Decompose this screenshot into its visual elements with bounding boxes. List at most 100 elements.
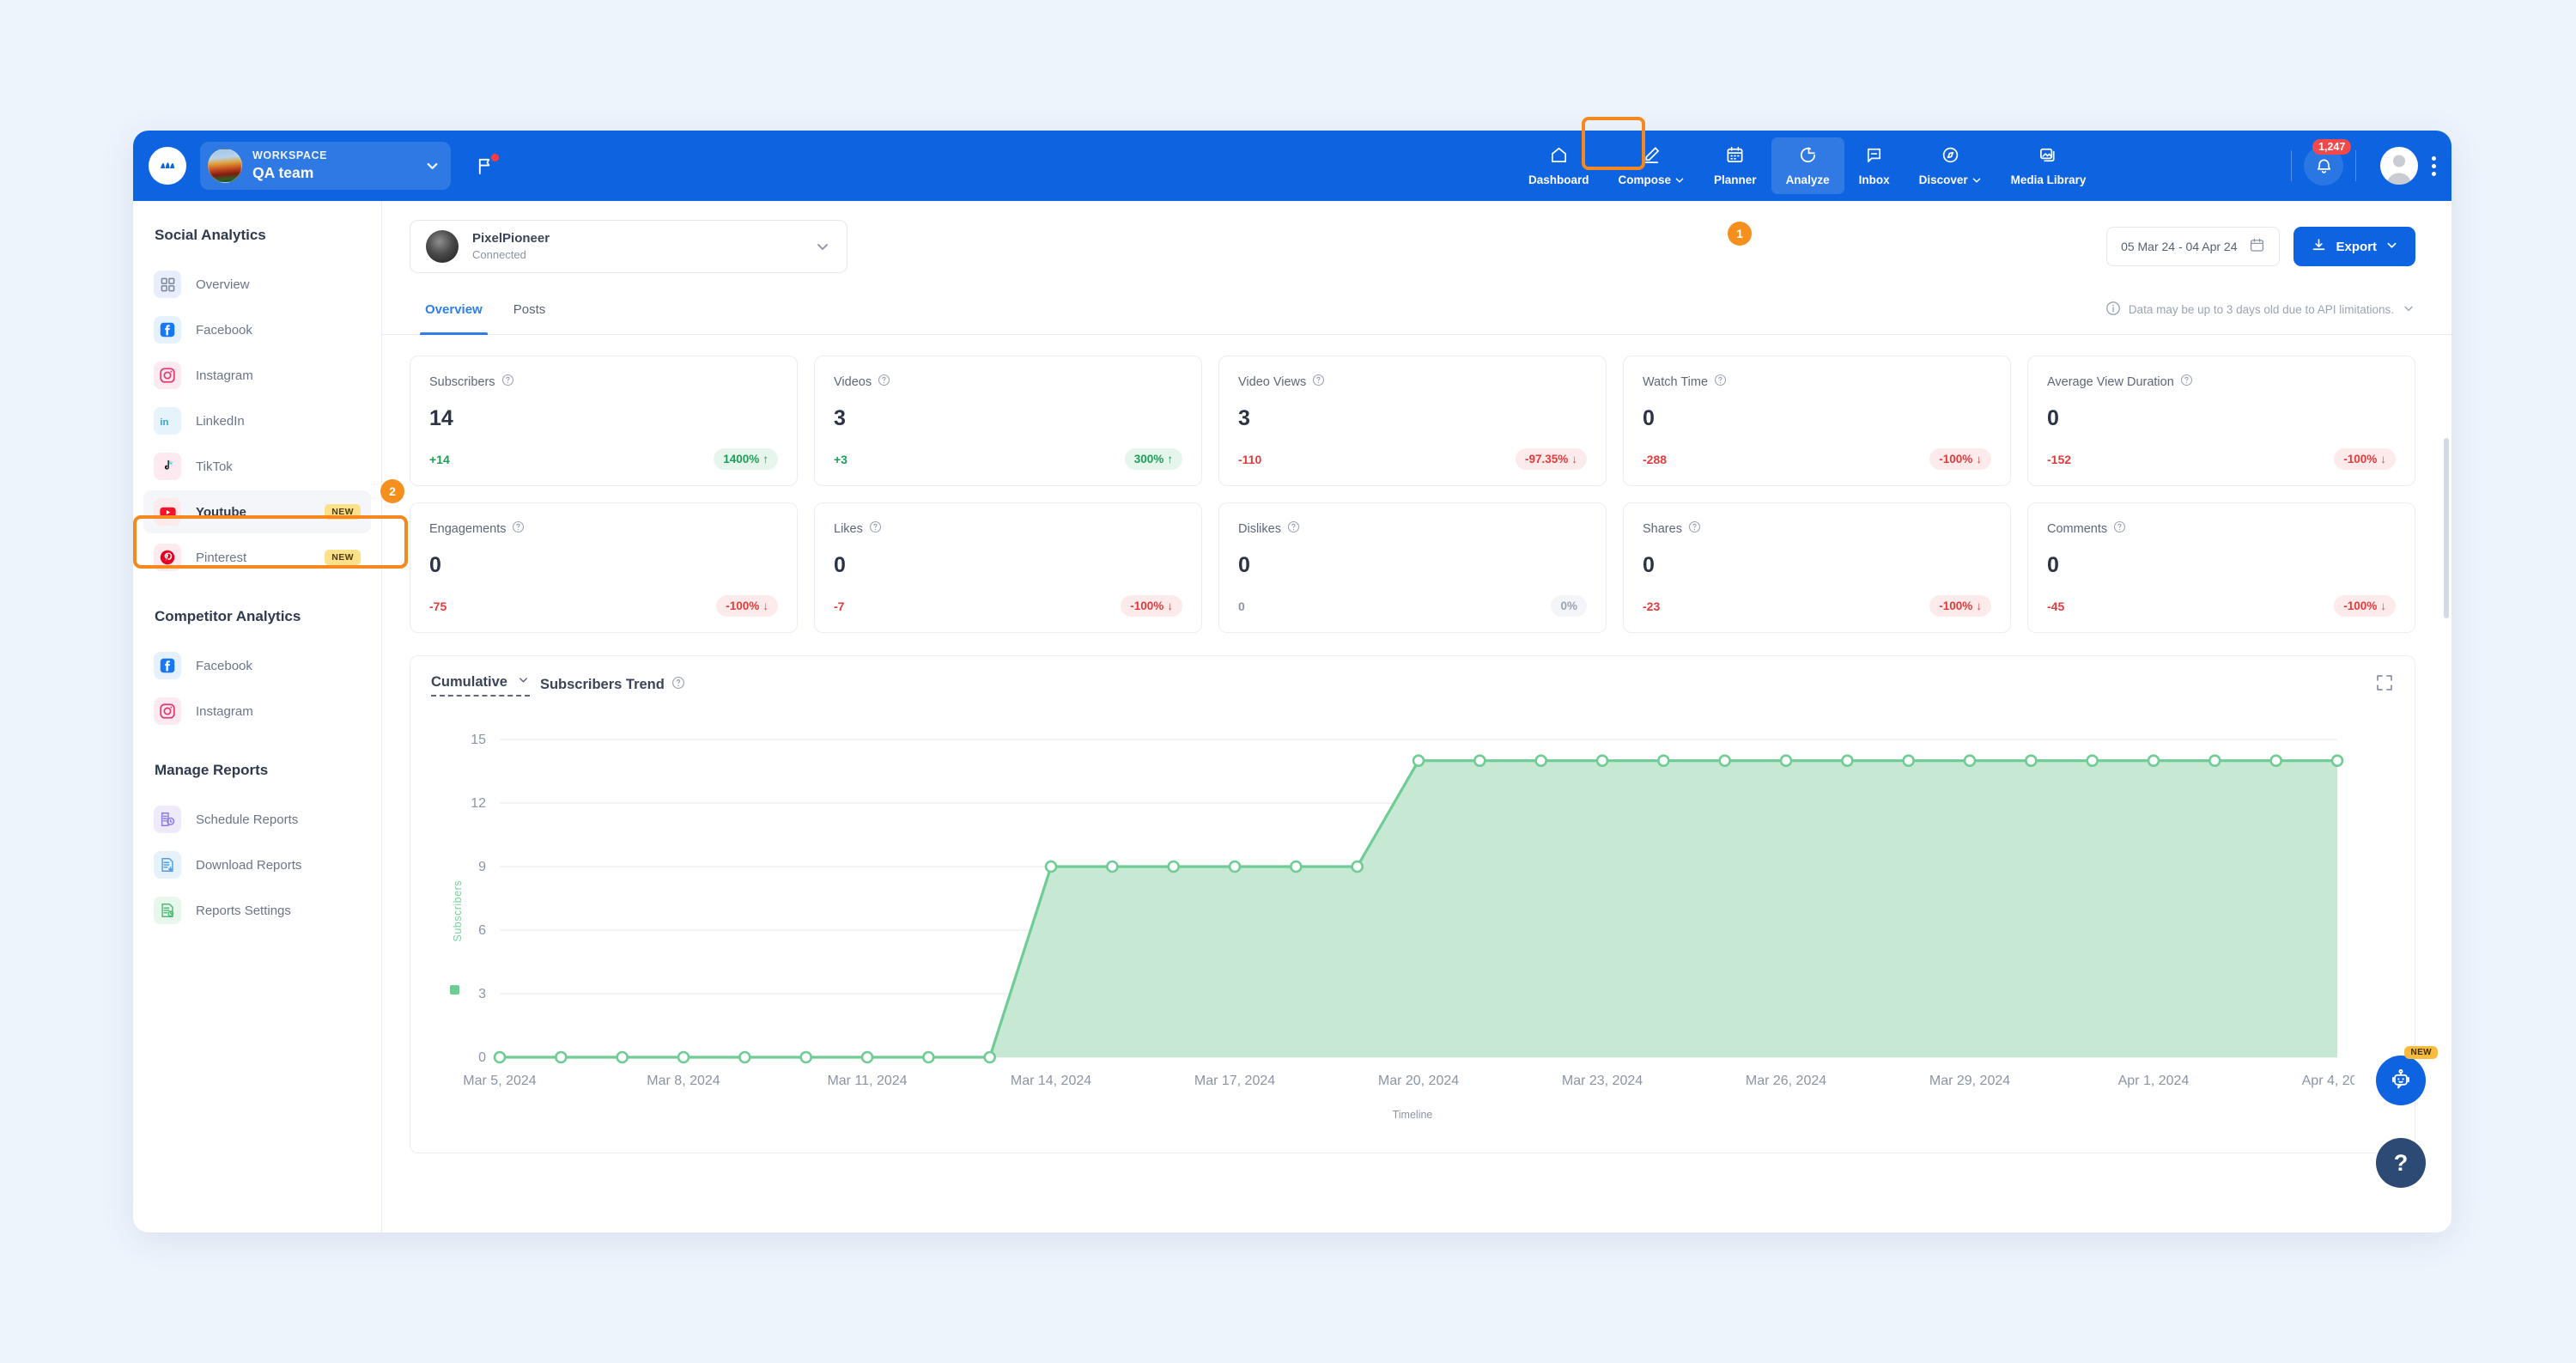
sidebar-item-competitor-instagram[interactable]: Instagram	[143, 690, 371, 733]
help-icon[interactable]	[1287, 520, 1300, 537]
metric-value: 3	[1238, 406, 1250, 430]
nav-item-analyze[interactable]: Analyze	[1771, 137, 1844, 194]
date-range-label: 05 Mar 24 - 04 Apr 24	[2121, 240, 2238, 253]
fullscreen-icon[interactable]	[2375, 673, 2394, 697]
help-icon[interactable]	[878, 374, 890, 390]
sidebar-item-overview[interactable]: Overview	[143, 263, 371, 306]
help-button[interactable]: ?	[2376, 1138, 2426, 1188]
analytics-scroll-area: Subscribers 14 +14 1400% ↑ Videos 3 +3 3…	[382, 335, 2451, 1232]
sidebar-item-label: TikTok	[196, 459, 233, 474]
svg-text:3: 3	[478, 987, 486, 1001]
account-avatar	[426, 230, 459, 263]
sidebar-item-youtube[interactable]: Youtube NEW	[143, 490, 371, 533]
flag-button[interactable]	[470, 150, 501, 181]
sidebar-item-download-reports[interactable]: Download Reports	[143, 843, 371, 886]
chevron-down-icon	[2385, 239, 2398, 255]
chevron-down-icon	[1675, 177, 1684, 183]
chatbot-button[interactable]: NEW	[2376, 1046, 2438, 1105]
metric-card-videos: Videos 3 +3 300% ↑	[814, 356, 1202, 486]
metric-title: Watch Time	[1643, 374, 1709, 389]
help-icon[interactable]	[1312, 374, 1325, 390]
metric-title-row: Videos	[834, 374, 1182, 390]
nav-item-compose[interactable]: Compose	[1604, 137, 1700, 194]
help-icon[interactable]	[512, 520, 525, 537]
help-icon[interactable]	[671, 676, 685, 694]
sidebar-item-label: Instagram	[196, 703, 253, 719]
nav-item-dashboard[interactable]: Dashboard	[1514, 137, 1604, 194]
info-icon	[2105, 301, 2121, 319]
account-selector[interactable]: PixelPioneer Connected	[410, 220, 848, 273]
metric-delta: +3	[834, 452, 848, 466]
metric-delta: -75	[429, 599, 447, 613]
sidebar-item-label: Facebook	[196, 658, 252, 673]
chevron-down-icon	[814, 238, 831, 255]
sidebar-item-reports-settings[interactable]: Reports Settings	[143, 889, 371, 932]
metric-title: Comments	[2047, 521, 2108, 536]
tab-overview[interactable]: Overview	[410, 285, 498, 335]
help-icon[interactable]	[1714, 374, 1727, 390]
metric-title-row: Subscribers	[429, 374, 778, 390]
avatar[interactable]	[2380, 147, 2418, 185]
api-limitations-note[interactable]: Data may be up to 3 days old due to API …	[2105, 301, 2415, 319]
calendar-icon	[2249, 237, 2265, 256]
sidebar-item-tiktok[interactable]: TikTok	[143, 445, 371, 488]
divider	[2291, 150, 2292, 181]
sidebar-heading-manage-reports: Manage Reports	[155, 762, 269, 778]
tabs-bar: Overview Posts Data may be up to 3 days …	[382, 285, 2451, 335]
nav-item-discover[interactable]: Discover	[1905, 137, 1996, 194]
sidebar-item-competitor-facebook[interactable]: Facebook	[143, 644, 371, 687]
nav-item-inbox[interactable]: Inbox	[1844, 137, 1905, 194]
svg-text:15: 15	[471, 733, 486, 747]
chart-mode-select[interactable]: Cumulative	[431, 673, 530, 697]
account-status: Connected	[472, 248, 526, 262]
sidebar-item-label: Youtube	[196, 504, 246, 520]
metric-delta: -152	[2047, 452, 2072, 466]
pencil-icon	[1642, 145, 1662, 169]
sidebar-item-linkedin[interactable]: in LinkedIn	[143, 399, 371, 442]
workspace-selector[interactable]: WORKSPACE QA team	[200, 142, 451, 190]
app-logo-icon[interactable]	[149, 147, 186, 185]
nav-label: Inbox	[1858, 173, 1890, 186]
metric-card-likes: Likes 0 -7 -100% ↓	[814, 502, 1202, 633]
help-icon[interactable]	[1688, 520, 1701, 537]
metric-title: Subscribers	[429, 374, 495, 389]
help-icon[interactable]	[2180, 374, 2193, 390]
metric-delta: -7	[834, 599, 845, 613]
top-navigation-bar: WORKSPACE QA team Dashboard Compose Plan…	[133, 131, 2451, 201]
help-icon[interactable]	[501, 374, 514, 390]
more-options-button[interactable]	[2432, 155, 2436, 176]
svg-text:9: 9	[478, 860, 486, 874]
metric-title-row: Video Views	[1238, 374, 1587, 390]
bell-icon	[2317, 159, 2330, 173]
svg-text:Mar 14, 2024: Mar 14, 2024	[1011, 1074, 1091, 1088]
export-button[interactable]: Export	[2293, 227, 2415, 266]
sidebar-item-schedule-reports[interactable]: Schedule Reports	[143, 798, 371, 841]
notifications-button[interactable]: 1,247	[2304, 139, 2352, 186]
sidebar-item-label: Instagram	[196, 368, 253, 383]
svg-text:Mar 8, 2024: Mar 8, 2024	[647, 1074, 720, 1088]
metric-value: 0	[1643, 553, 1655, 577]
account-name: PixelPioneer	[472, 231, 550, 246]
scrollbar-thumb[interactable]	[2444, 438, 2449, 618]
date-export-group: 05 Mar 24 - 04 Apr 24 Export	[2106, 227, 2415, 266]
chevron-down-icon	[2402, 301, 2415, 318]
metric-card-dislikes: Dislikes 0 0 0%	[1218, 502, 1607, 633]
sidebar-item-instagram[interactable]: Instagram	[143, 354, 371, 397]
help-icon[interactable]	[869, 520, 882, 537]
nav-label: Discover	[1919, 173, 1982, 186]
new-badge: NEW	[2404, 1046, 2438, 1059]
metric-percent-badge: 300% ↑	[1124, 448, 1182, 470]
nav-item-planner[interactable]: Planner	[1699, 137, 1771, 194]
metric-title-row: Engagements	[429, 520, 778, 537]
metric-delta: -110	[1238, 452, 1262, 466]
tab-posts[interactable]: Posts	[498, 285, 562, 335]
grid-icon	[154, 271, 181, 298]
workspace-avatar	[208, 149, 242, 183]
nav-item-media-library[interactable]: Media Library	[1996, 137, 2101, 194]
date-range-picker[interactable]: 05 Mar 24 - 04 Apr 24	[2106, 227, 2281, 266]
metric-card-engagements: Engagements 0 -75 -100% ↓	[410, 502, 798, 633]
help-icon[interactable]	[2113, 520, 2126, 537]
schedule-report-icon	[154, 806, 181, 833]
sidebar-item-facebook[interactable]: Facebook	[143, 308, 371, 351]
sidebar-item-pinterest[interactable]: Pinterest NEW	[143, 536, 371, 579]
